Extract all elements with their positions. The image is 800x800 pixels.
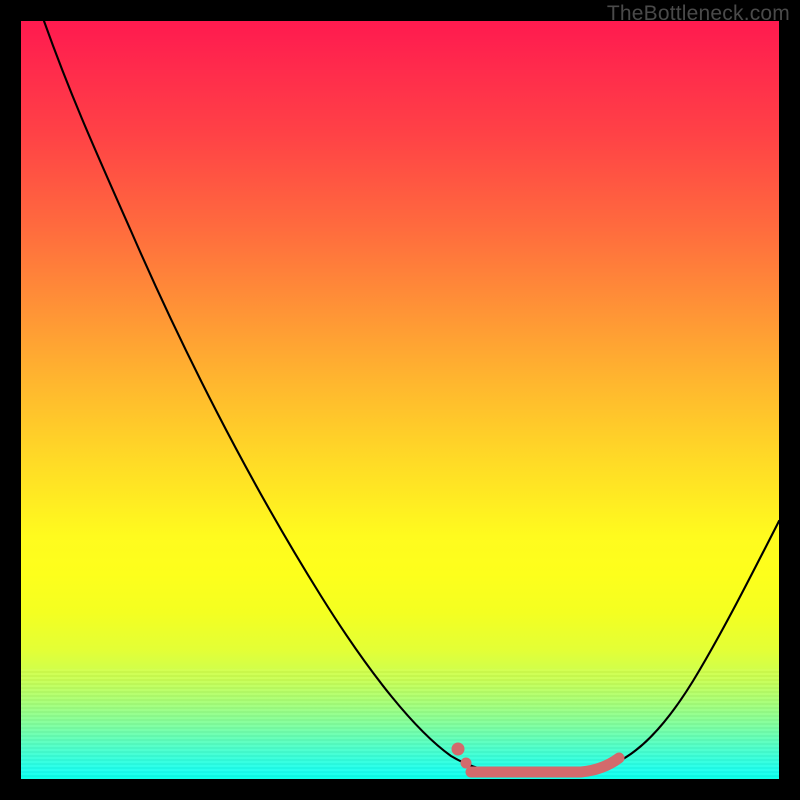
bottleneck-curve-svg	[21, 21, 779, 779]
bottleneck-curve	[44, 21, 779, 773]
chart-frame: TheBottleneck.com	[0, 0, 800, 800]
sweet-spot-highlight	[452, 743, 620, 773]
plot-area	[21, 21, 779, 779]
